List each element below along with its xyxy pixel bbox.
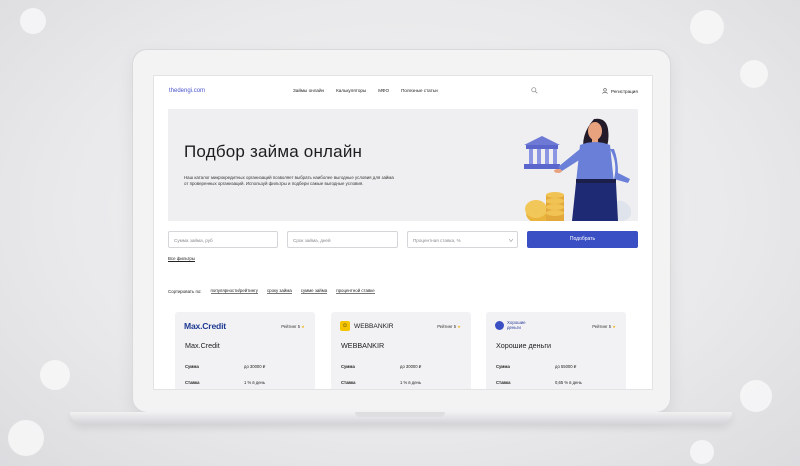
rating-badge: Рейтинг 5 ★	[437, 324, 461, 329]
laptop-notch	[355, 412, 445, 417]
amount-input[interactable]: Сумма займа, руб	[168, 231, 278, 248]
sort-option-amount[interactable]: сумме займа	[300, 288, 328, 294]
site-header: thedengi.com Займы онлайн Калькуляторы М…	[154, 76, 652, 106]
lender-card[interactable]: Хорошие деньги Рейтинг 5 ★ Хорошие деньг…	[486, 312, 626, 389]
background-dot	[740, 60, 768, 88]
register-label: Регистрация	[611, 88, 638, 94]
hero-illustration	[524, 118, 632, 221]
rating-badge: Рейтинг 5 ★	[592, 324, 616, 329]
webbankir-logo: ☺ WEBBANKIR	[340, 321, 394, 331]
chevron-down-icon	[509, 239, 513, 242]
main-nav: Займы онлайн Калькуляторы МФО Полезные с…	[293, 88, 438, 93]
lender-name: WEBBANKIR	[341, 341, 385, 350]
term-input[interactable]: Срок займа, дней	[287, 231, 398, 248]
nav-item-loans[interactable]: Займы онлайн	[293, 88, 324, 93]
hero-description: Наш каталог микрокредитных организаций п…	[184, 175, 394, 187]
star-icon: ★	[612, 324, 616, 329]
rating-badge: Рейтинг 5 ★	[281, 324, 305, 329]
lender-name: Max.Credit	[185, 341, 220, 350]
nav-item-articles[interactable]: Полезные статьи	[401, 88, 438, 93]
sort-option-rate[interactable]: процентной ставке	[336, 288, 375, 294]
nav-item-calculators[interactable]: Калькуляторы	[336, 88, 366, 93]
star-icon: ★	[457, 324, 461, 329]
search-icon[interactable]	[531, 87, 538, 94]
rate-select-label: Процентная ставка, %	[413, 238, 461, 243]
star-icon: ★	[301, 324, 305, 329]
all-filters-link[interactable]: Все фильтры	[168, 256, 195, 261]
sort-label: Сортировать по:	[168, 288, 202, 294]
lender-card[interactable]: Max.Credit Рейтинг 5 ★ Max.Credit Сумма …	[175, 312, 315, 389]
sort-option-popularity[interactable]: популярности/рейтингу	[210, 288, 258, 294]
sort-option-term[interactable]: сроку займа	[266, 288, 292, 294]
user-icon	[602, 88, 608, 94]
background-dot	[20, 8, 46, 34]
laptop-screen: thedengi.com Займы онлайн Калькуляторы М…	[153, 75, 653, 390]
maxcredit-logo: Max.Credit	[184, 321, 226, 331]
horoshie-dengi-logo: Хорошие деньги	[495, 320, 537, 330]
webbankir-logo-icon: ☺	[340, 321, 350, 331]
horoshie-dengi-logo-text: Хорошие деньги	[507, 320, 526, 330]
lender-card[interactable]: ☺ WEBBANKIR Рейтинг 5 ★ WEBBANKIR Сумма …	[331, 312, 471, 389]
rate-select[interactable]: Процентная ставка, %	[407, 231, 518, 248]
horoshie-dengi-logo-icon	[495, 320, 504, 330]
register-link[interactable]: Регистрация	[602, 88, 638, 94]
background-dot	[8, 420, 44, 456]
submit-button[interactable]: Подобрать	[527, 231, 638, 248]
background-dot	[40, 360, 70, 390]
webbankir-logo-text: WEBBANKIR	[354, 322, 394, 330]
sort-bar: Сортировать по: популярности/рейтингу ср…	[168, 288, 375, 294]
page-title: Подбор займа онлайн	[184, 142, 363, 161]
background-dot	[690, 440, 714, 464]
hero-banner: Подбор займа онлайн Наш каталог микрокре…	[168, 109, 638, 221]
site-logo[interactable]: thedengi.com	[169, 88, 205, 94]
nav-item-mfo[interactable]: МФО	[378, 88, 389, 93]
background-dot	[740, 380, 772, 412]
lender-name: Хорошие деньги	[496, 341, 552, 350]
maxcredit-logo-text: Max.Credit	[184, 321, 226, 331]
background-dot	[690, 10, 724, 44]
